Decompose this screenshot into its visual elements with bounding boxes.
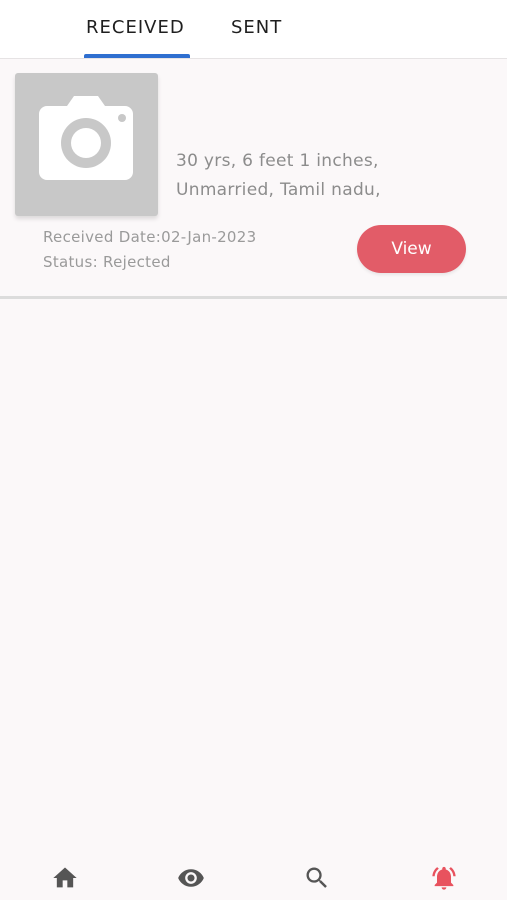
profile-photo-placeholder[interactable]: [15, 73, 158, 216]
nav-home[interactable]: [51, 864, 79, 892]
view-button[interactable]: View: [357, 225, 466, 273]
status-text: Status: Rejected: [43, 253, 171, 271]
bottom-navigation: [0, 852, 507, 900]
bell-alarm-icon: [432, 866, 456, 890]
home-icon: [53, 867, 77, 888]
camera-icon: [39, 96, 133, 180]
nav-views[interactable]: [177, 864, 205, 892]
nav-notifications[interactable]: [430, 864, 458, 892]
profile-summary-line-1: 30 yrs, 6 feet 1 inches,: [176, 151, 379, 171]
interest-card: 30 yrs, 6 feet 1 inches, Unmarried, Tami…: [0, 59, 507, 299]
nav-search[interactable]: [303, 864, 331, 892]
tab-received[interactable]: RECEIVED: [86, 17, 185, 38]
received-date: Received Date:02-Jan-2023: [43, 228, 257, 246]
tab-bar: RECEIVED SENT: [0, 0, 507, 59]
tab-sent[interactable]: SENT: [231, 17, 282, 38]
profile-summary-line-2: Unmarried, Tamil nadu,: [176, 180, 381, 200]
eye-icon: [178, 869, 204, 887]
tab-indicator: [84, 54, 190, 58]
search-icon: [306, 867, 327, 888]
